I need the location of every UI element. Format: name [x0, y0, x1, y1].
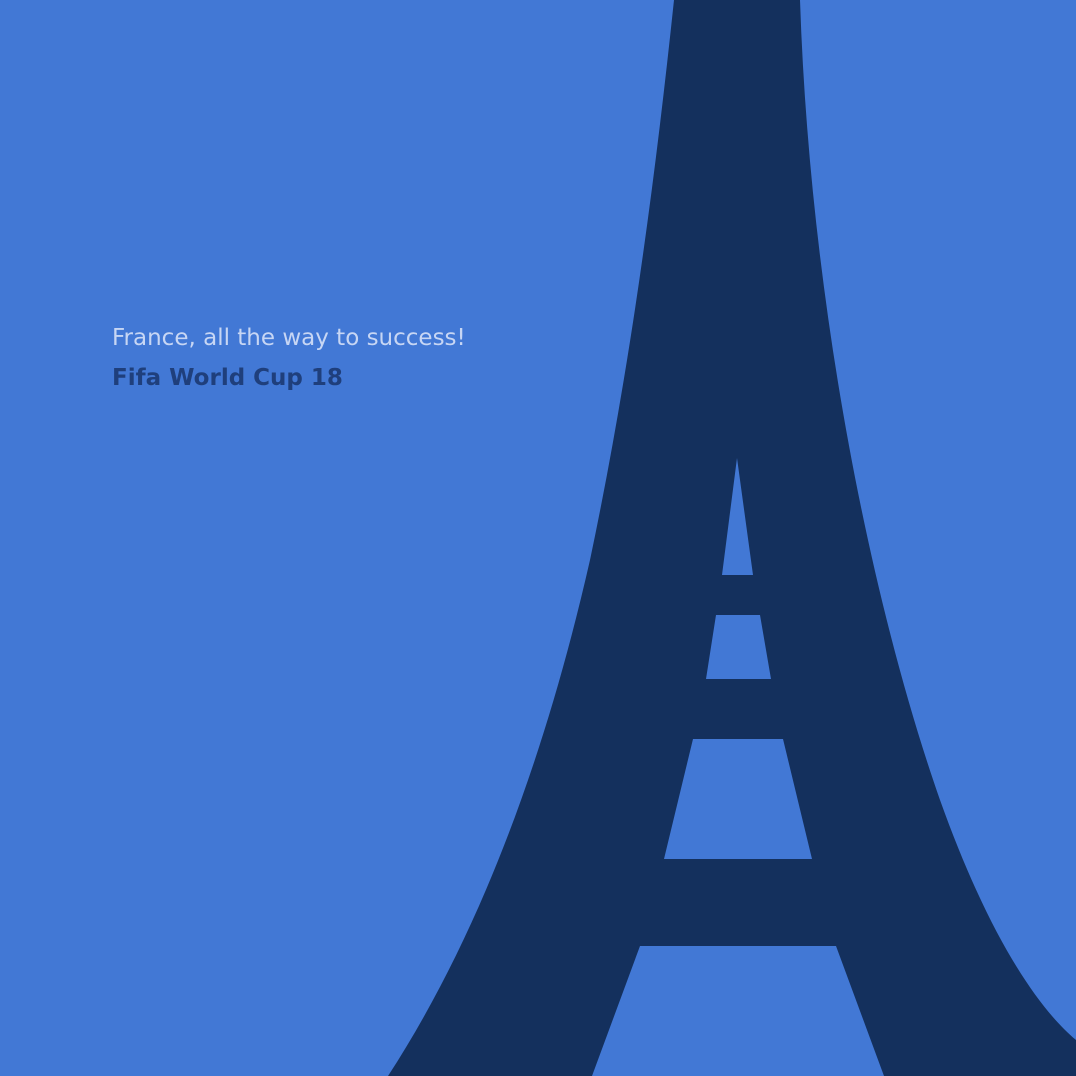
eiffel-tower-silhouette: [388, 0, 1076, 1076]
eiffel-tower-illustration: [388, 0, 1076, 1076]
tagline-text: France, all the way to success!: [112, 325, 466, 351]
event-title: Fifa World Cup 18: [112, 365, 343, 391]
